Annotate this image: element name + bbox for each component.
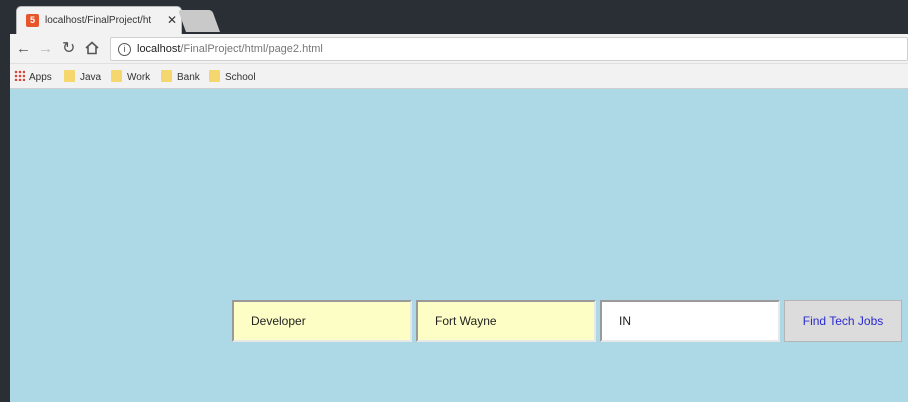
bookmark-bank[interactable]: Bank [161,70,200,83]
browser-toolbar: ← → ↻ i localhost/FinalProject/html/page… [10,34,908,64]
tab-title: localhost/FinalProject/ht [45,15,152,26]
folder-icon [209,70,220,82]
folder-icon [111,70,122,82]
bookmark-java[interactable]: Java [64,70,101,83]
apps-grid-icon [14,70,25,81]
browser-window: 5 localhost/FinalProject/ht ✕ ← → ↻ i lo… [10,0,908,402]
url-text: localhost/FinalProject/html/page2.html [137,43,323,55]
browser-tab[interactable]: 5 localhost/FinalProject/ht ✕ [16,6,182,34]
bookmarks-bar: Apps Java Work Bank School [10,64,908,89]
back-arrow-icon[interactable]: ← [16,40,31,58]
forward-arrow-icon[interactable]: → [38,40,53,58]
bookmark-apps[interactable]: Apps [14,70,52,83]
tab-close-icon[interactable]: ✕ [167,13,177,27]
state-input[interactable] [600,300,780,342]
html5-favicon-icon: 5 [26,14,39,27]
reload-icon[interactable]: ↻ [62,40,75,58]
tab-strip: 5 localhost/FinalProject/ht ✕ [10,0,908,34]
folder-icon [161,70,172,82]
bookmark-school[interactable]: School [209,70,256,83]
job-title-input[interactable] [232,300,412,342]
folder-icon [64,70,75,82]
city-input[interactable] [416,300,596,342]
bookmark-work[interactable]: Work [111,70,150,83]
address-bar[interactable]: i localhost/FinalProject/html/page2.html [110,37,908,61]
info-icon[interactable]: i [118,43,131,56]
new-tab-button[interactable] [177,10,221,32]
find-tech-jobs-button[interactable]: Find Tech Jobs [784,300,902,342]
home-icon[interactable] [85,41,99,60]
